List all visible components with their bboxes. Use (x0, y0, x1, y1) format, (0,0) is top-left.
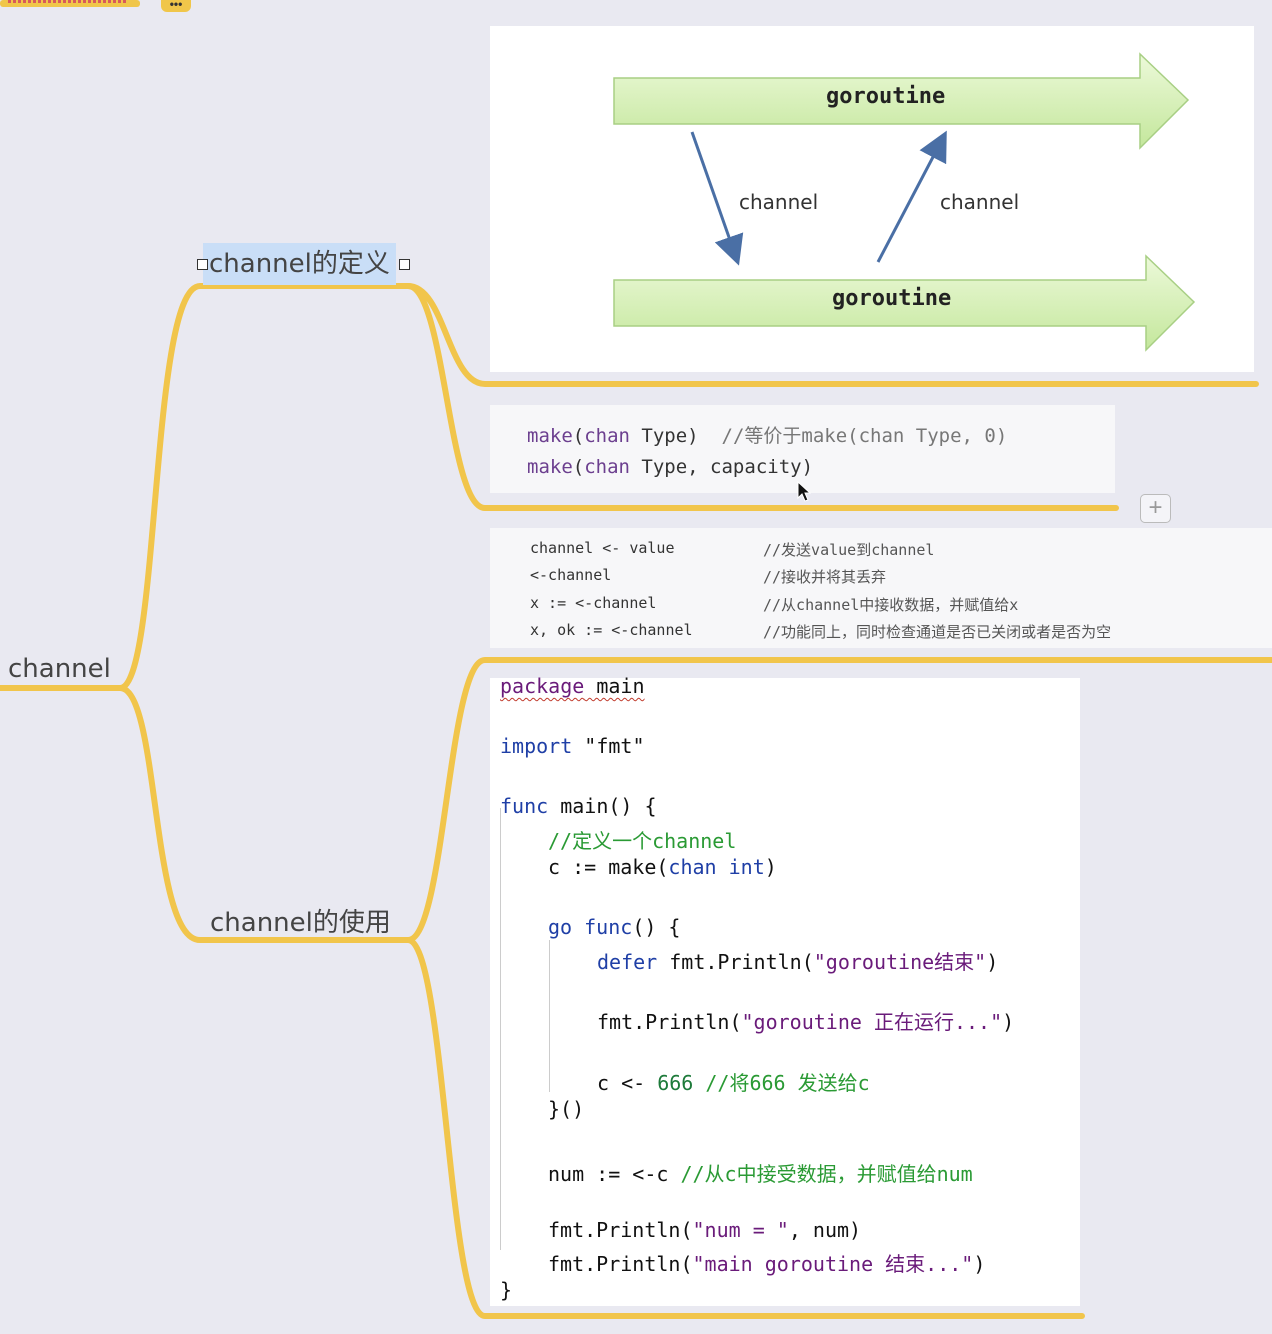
spellcheck-underline (8, 0, 126, 3)
channel-arrow-down (690, 131, 744, 266)
code-line-comment-define: //定义一个channel (548, 829, 737, 853)
make-line-1: make(chan Type) //等价于make(chan Type, 0) (527, 425, 1008, 447)
op-comment-2: //接收并将其丢弃 (763, 568, 887, 586)
left-channel-label: channel (739, 190, 819, 214)
make-line-2: make(chan Type, capacity) (527, 456, 814, 478)
code-example-card[interactable]: package main import "fmt" func main() { … (490, 674, 1080, 1306)
op-comment-4: //功能同上，同时检查通道是否已关闭或者是否为空 (763, 623, 1112, 641)
op-code-2: <-channel (530, 566, 612, 584)
code-line-println-end: fmt.Println("main goroutine 结束...") (548, 1252, 986, 1276)
goroutine-diagram-image[interactable]: goroutine goroutine channel channel (490, 26, 1254, 372)
code-line-close-func: }() (548, 1097, 585, 1121)
root-node-channel[interactable]: channel (8, 654, 111, 684)
op-comment-1: //发送value到channel (763, 541, 935, 559)
channel-ops-card[interactable]: channel <- value //发送value到channel <-cha… (490, 528, 1272, 648)
branch-node-definition[interactable]: channel的定义 (203, 243, 396, 285)
code-line-send: c <- 666 //将666 发送给c (597, 1071, 870, 1095)
mouse-pointer-icon (797, 481, 811, 502)
more-button[interactable]: ••• (161, 0, 191, 12)
channel-arrow-up (876, 130, 947, 263)
plus-icon[interactable]: + (1140, 494, 1171, 523)
code-line-package: package main (500, 674, 645, 698)
right-channel-label: channel (940, 190, 1020, 214)
indent-guide-inner (549, 940, 550, 1092)
bottom-goroutine-label: goroutine (832, 286, 952, 311)
branch-to-definition (117, 283, 411, 691)
code-line-go-func: go func() { (548, 915, 681, 939)
code-line-import: import "fmt" (500, 734, 645, 758)
code-line-close-main: } (500, 1278, 513, 1302)
indent-guide-outer (500, 808, 501, 1250)
resize-handle-right[interactable] (399, 259, 410, 270)
op-code-3: x := <-channel (530, 594, 657, 612)
op-code-1: channel <- value (530, 539, 675, 557)
branch-node-usage[interactable]: channel的使用 (210, 902, 391, 939)
resize-handle-left[interactable] (197, 259, 208, 270)
code-line-func-main: func main() { (500, 794, 657, 818)
code-line-println-num: fmt.Println("num = ", num) (548, 1218, 862, 1242)
code-line-println-running: fmt.Println("goroutine 正在运行...") (597, 1010, 1015, 1034)
op-code-4: x, ok := <-channel (530, 621, 693, 639)
code-line-receive: num := <-c //从c中接受数据，并赋值给num (548, 1162, 973, 1186)
code-line-make: c := make(chan int) (548, 855, 777, 879)
diagram-drawing (613, 52, 1196, 352)
op-comment-3: //从channel中接收数据，并赋值给x (763, 596, 1019, 614)
top-goroutine-label: goroutine (826, 84, 946, 109)
code-line-defer: defer fmt.Println("goroutine结束") (597, 950, 999, 974)
make-syntax-card[interactable]: make(chan Type) //等价于make(chan Type, 0) … (490, 405, 1115, 493)
